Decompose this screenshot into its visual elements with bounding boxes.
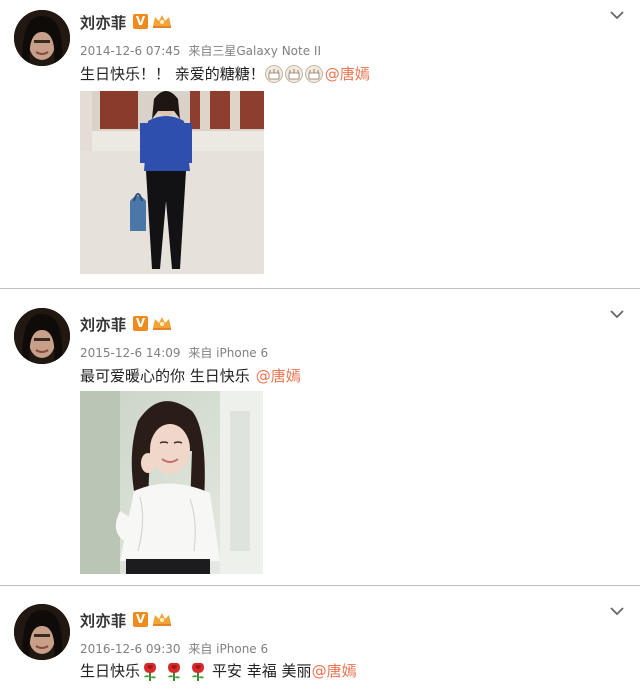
source-prefix: 来自	[188, 346, 213, 360]
post-photo[interactable]	[80, 91, 264, 274]
source-prefix: 来自	[188, 642, 213, 656]
source-device: 三星Galaxy Note II	[212, 44, 322, 58]
photo-woman-blue-top	[80, 91, 264, 274]
verified-badge: V	[133, 612, 148, 627]
chevron-down-icon[interactable]	[610, 10, 624, 20]
post-text-content: 最可爱暖心的你 生日快乐	[80, 367, 250, 385]
cake-icon	[264, 64, 283, 83]
post-text-before: 生日快乐	[80, 662, 141, 680]
crown-level-icon	[153, 613, 171, 626]
weibo-post: 刘亦菲 V 2015-12-6 14:09 来自 iPhone 6 最可爱暖心的…	[0, 289, 640, 585]
photo-woman-white-dress	[80, 391, 263, 574]
post-meta: 2015-12-6 14:09 来自 iPhone 6	[80, 344, 268, 361]
post-text: 最可爱暖心的你 生日快乐 @唐嫣	[80, 365, 301, 386]
crown-level-icon	[153, 317, 171, 330]
chevron-down-icon[interactable]	[610, 309, 624, 319]
mention-link[interactable]: @唐嫣	[325, 63, 370, 84]
username[interactable]: 刘亦菲	[80, 314, 127, 335]
source-device: iPhone 6	[216, 346, 269, 360]
timestamp[interactable]: 2014-12-6 07:45	[80, 44, 181, 58]
mention-link[interactable]: @唐嫣	[312, 660, 357, 681]
post-text-after: 平安 幸福 美丽	[212, 662, 312, 680]
avatar[interactable]	[14, 604, 70, 660]
avatar[interactable]	[14, 308, 70, 364]
username[interactable]: 刘亦菲	[80, 610, 127, 631]
source-prefix: 来自	[188, 44, 213, 58]
post-meta: 2016-12-6 09:30 来自 iPhone 6	[80, 640, 268, 657]
timestamp[interactable]: 2015-12-6 14:09	[80, 346, 181, 360]
post-text: 生日快乐 平安 幸福 美丽 @唐嫣	[80, 660, 357, 681]
source-device: iPhone 6	[216, 642, 269, 656]
weibo-post: 刘亦菲 V 2016-12-6 09:30 来自 iPhone 6 生日快乐 平…	[0, 586, 640, 689]
username[interactable]: 刘亦菲	[80, 12, 127, 33]
verified-badge: V	[133, 14, 148, 29]
post-photo[interactable]	[80, 391, 263, 574]
weibo-post: 刘亦菲 V 2014-12-6 07:45 来自三星Galaxy Note II…	[0, 0, 640, 288]
mention-link[interactable]: @唐嫣	[256, 365, 301, 386]
crown-level-icon	[153, 15, 171, 28]
rose-icon	[192, 662, 205, 681]
verified-badge: V	[133, 316, 148, 331]
avatar[interactable]	[14, 10, 70, 66]
cake-icon	[304, 64, 323, 83]
timestamp[interactable]: 2016-12-6 09:30	[80, 642, 181, 656]
chevron-down-icon[interactable]	[610, 606, 624, 616]
cake-icon	[284, 64, 303, 83]
rose-icon	[168, 662, 181, 681]
post-text: 生日快乐！！ 亲爱的糖糖！ @唐嫣	[80, 63, 370, 84]
post-text-content: 生日快乐！！ 亲爱的糖糖！	[80, 65, 265, 83]
rose-icon	[144, 662, 157, 681]
post-meta: 2014-12-6 07:45 来自三星Galaxy Note II	[80, 42, 321, 59]
